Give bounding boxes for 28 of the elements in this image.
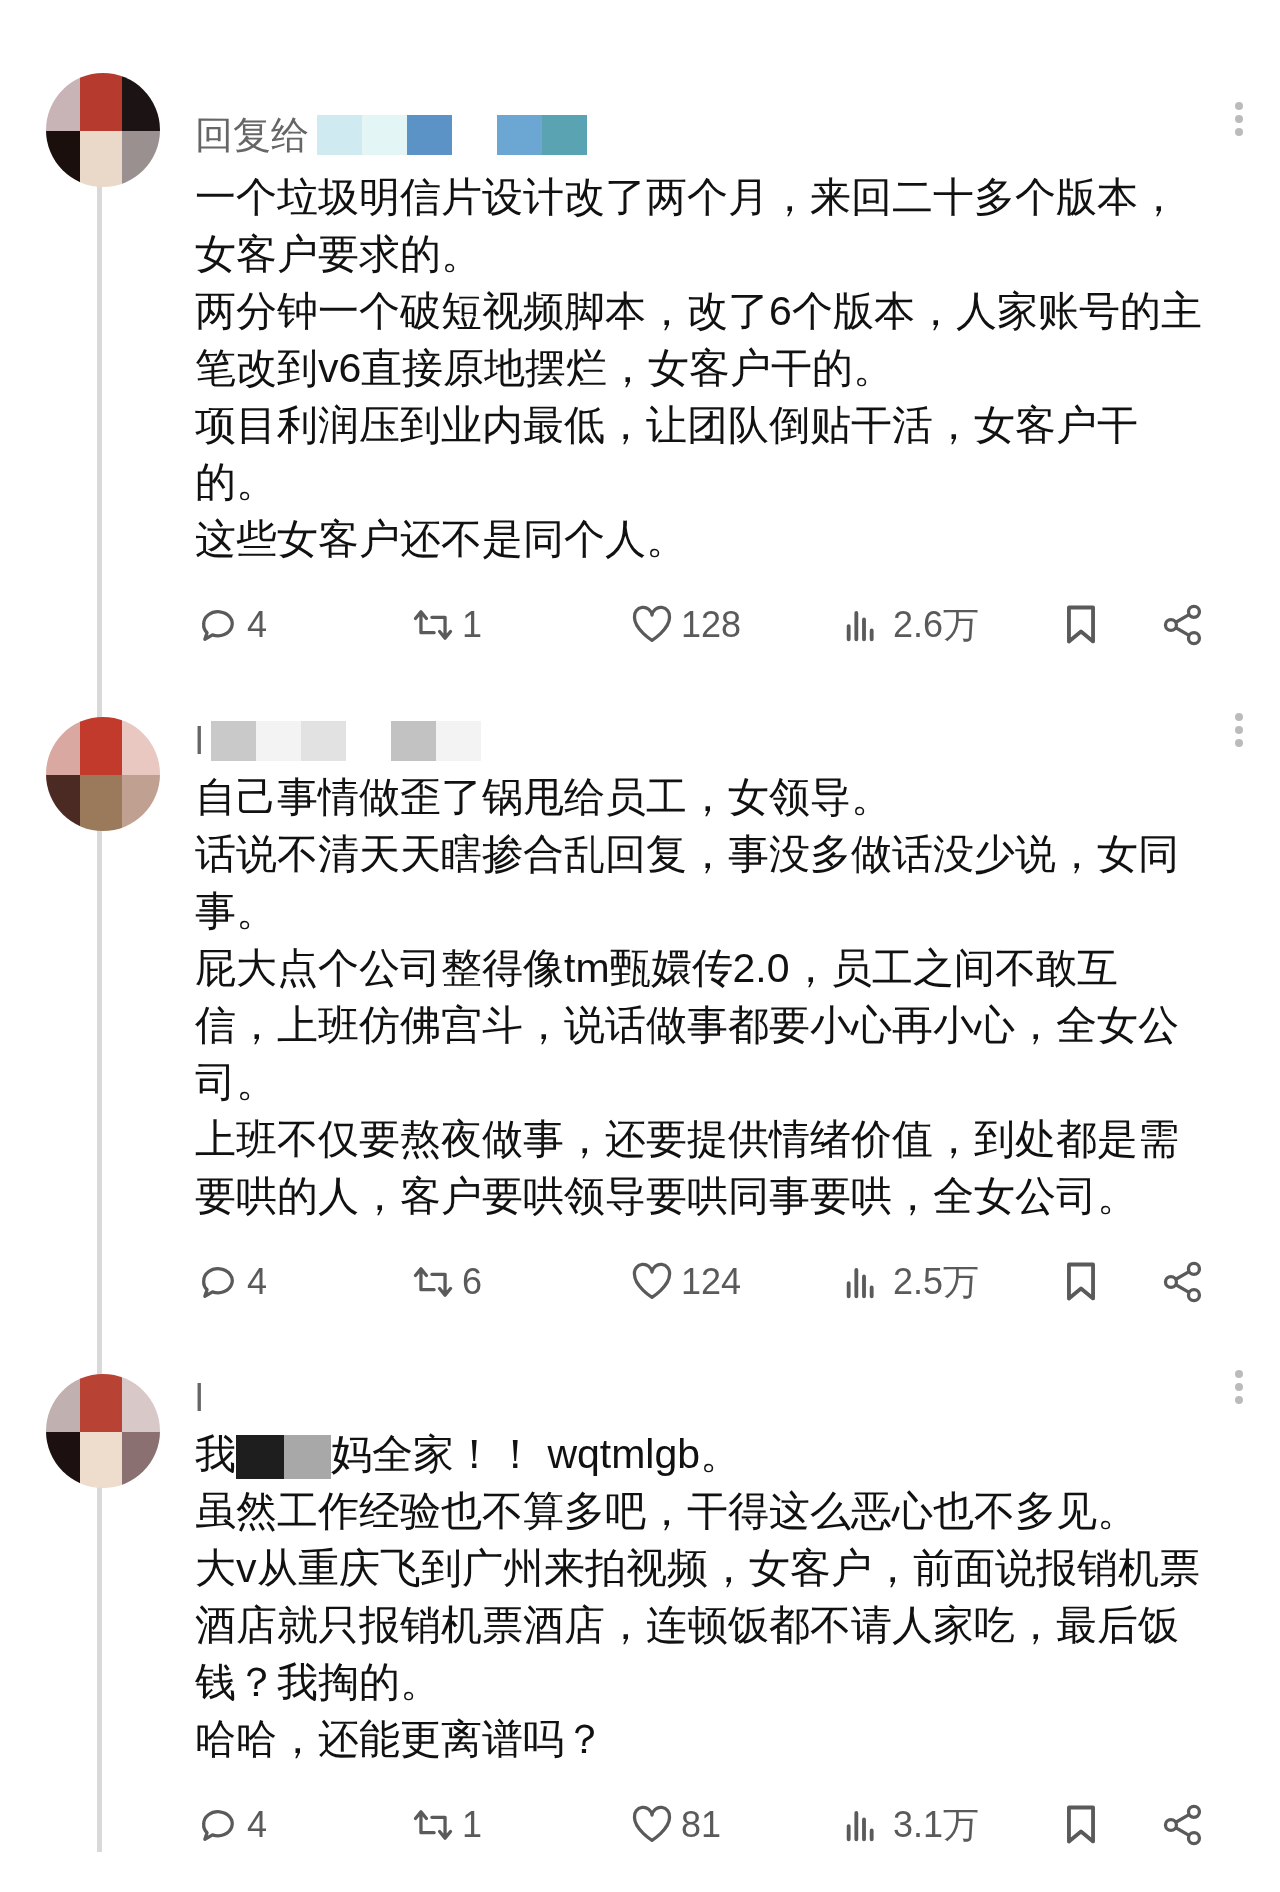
views-button[interactable]: 3.1万	[841, 1798, 980, 1852]
like-button[interactable]: 124	[629, 1255, 742, 1309]
comment-text: 自己事情做歪了锅甩给员工，女领导。	[195, 773, 893, 822]
views-button[interactable]: 2.6万	[841, 598, 980, 652]
comment-text: 大v从重庆飞到广州来拍视频，女客户，前面说报销机票 酒店就只报销机票酒店，连顿饭都不请人家吃，最后饭 钱？我掏的。	[195, 1544, 1201, 1707]
comment-text: 哈哈，还能更离谱吗？	[195, 1715, 606, 1764]
comment-text: 这些女客户还不是同个人。	[195, 515, 688, 564]
comment-text: 一个垃圾明信片设计改了两个月，来回二十多个版本， 女客户要求的。	[195, 173, 1180, 279]
reply-button[interactable]: 4	[195, 1798, 268, 1852]
comment-text: 屁大点个公司整得像tm甄嬛传2.0，员工之间不敢互 信，上班仿佛宫斗，说话做事都要小心再小心，全女公 司。	[195, 944, 1180, 1107]
repost-button[interactable]: 1	[410, 1798, 483, 1852]
like-button[interactable]: 81	[629, 1798, 722, 1852]
like-button[interactable]: 128	[629, 598, 742, 652]
views-button[interactable]: 2.5万	[841, 1255, 980, 1309]
user-name: l	[195, 721, 204, 760]
comment-text: 我	[195, 1431, 236, 1477]
user-name: l	[195, 1378, 204, 1417]
comment-text: 上班不仅要熬夜做事，还要提供情绪价值，到处都是需 要哄的人，客户要哄领导要哄同事要哄，全女公司。	[195, 1115, 1180, 1221]
repost-button[interactable]: 1	[410, 598, 483, 652]
reply-button[interactable]: 4	[195, 1255, 268, 1309]
reply-button[interactable]: 4	[195, 598, 268, 652]
comment-text: 妈全家！！ wqtmlgb。	[331, 1431, 742, 1477]
user-name: 回复给	[195, 116, 309, 154]
comment-text: 话说不清天天瞎掺合乱回复，事没多做话没少说，女同 事。	[195, 830, 1180, 936]
comment-text: 两分钟一个破短视频脚本，改了6个版本，人家账号的主 笔改到v6直接原地摆烂，女客户干的。	[195, 287, 1203, 393]
comment-text: 虽然工作经验也不算多吧，干得这么恶心也不多见。	[195, 1487, 1139, 1536]
repost-button[interactable]: 6	[410, 1255, 483, 1309]
comment-text: 项目利润压到业内最低，让团队倒贴干活，女客户干 的。	[195, 401, 1139, 507]
